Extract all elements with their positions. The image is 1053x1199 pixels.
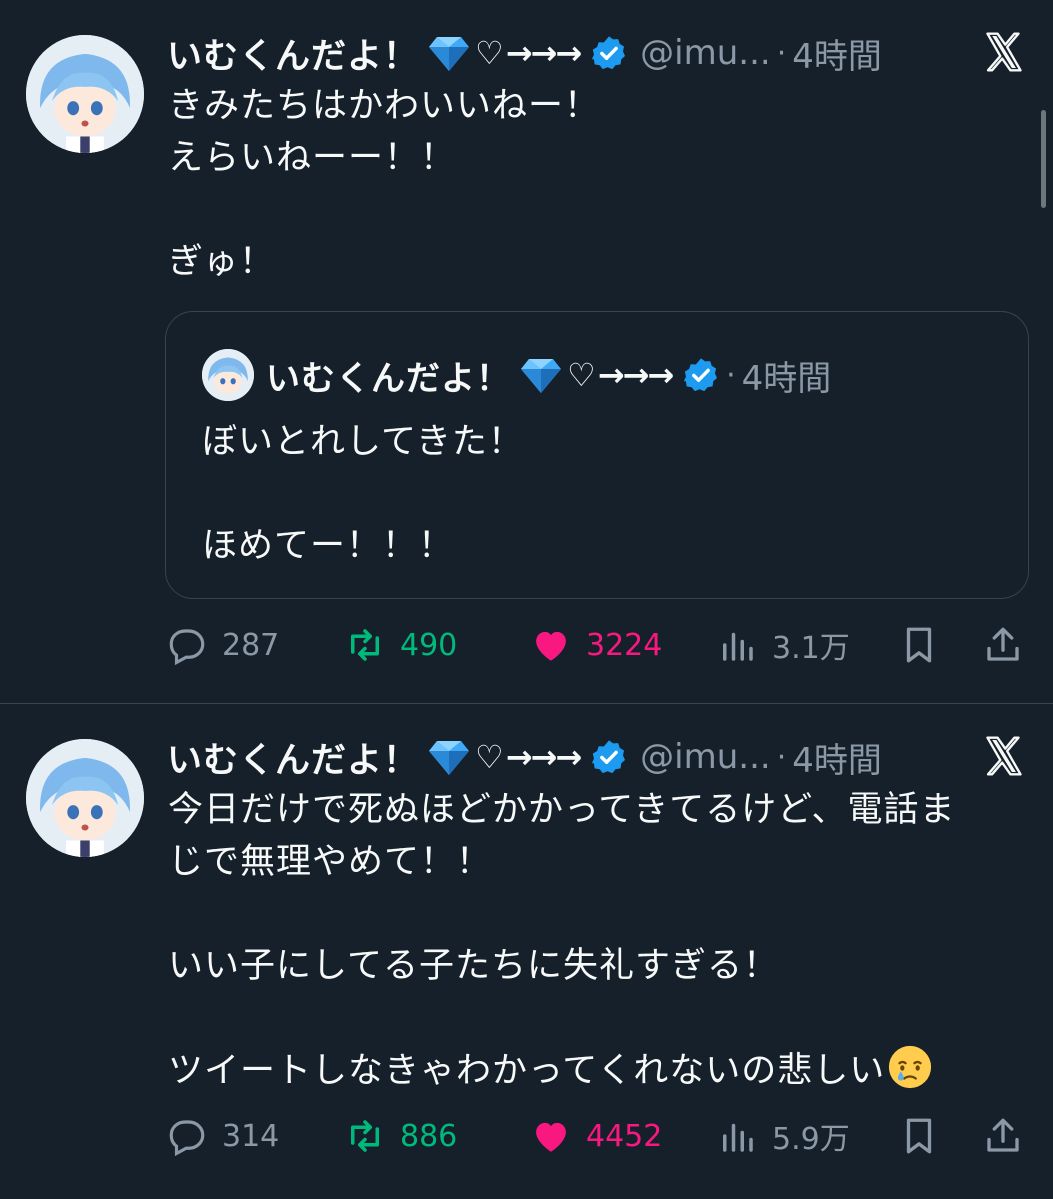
separator-dot: ·	[776, 739, 787, 775]
quoted-avatar	[202, 349, 254, 401]
avatar-image	[202, 349, 254, 401]
tweet-actions: 314 886 4452 5.9万	[166, 1111, 1026, 1161]
tweet-1[interactable]: いむくんだよ！ ♡ →→→ @imu... · 4時間 きみたちはかわいいねー！…	[0, 0, 1053, 703]
reply-icon	[169, 1120, 205, 1157]
arrows-decoration: →→→	[505, 34, 582, 72]
separator-dot: ·	[726, 357, 736, 393]
retweet-icon	[351, 1120, 379, 1152]
reply-button[interactable]: 287	[166, 624, 279, 666]
arrows-decoration: →→→	[597, 356, 674, 394]
reply-icon	[169, 629, 205, 666]
view-count: 5.9万	[772, 1122, 850, 1157]
share-button[interactable]	[982, 624, 1024, 666]
x-logo-icon	[986, 736, 1022, 776]
quoted-timestamp: 4時間	[741, 358, 832, 399]
x-logo-icon	[986, 32, 1022, 72]
reply-count: 314	[222, 1118, 280, 1154]
bookmark-button[interactable]	[898, 624, 940, 666]
scrollbar[interactable]	[1041, 110, 1046, 208]
retweet-icon	[351, 629, 379, 661]
tweet-actions: 287 490 3224 3.1万	[166, 620, 1026, 670]
tweet-line: 今日だけで死ぬほどかかってきてるけど、電話ま	[168, 790, 956, 830]
avatar-image	[26, 739, 144, 857]
heart-filled-icon	[536, 1122, 566, 1152]
retweet-count: 490	[400, 627, 458, 663]
gem-stone-icon	[429, 37, 470, 71]
reply-button[interactable]: 314	[166, 1115, 279, 1157]
avatar[interactable]	[26, 35, 144, 153]
tweet-header: いむくんだよ！ ♡ →→→ @imu... · 4時間	[167, 732, 1037, 782]
bookmark-button[interactable]	[898, 1115, 940, 1157]
name-decoration: ♡ →→→	[427, 33, 582, 73]
like-count: 4452	[586, 1118, 663, 1154]
heart-outline-icon: ♡	[567, 356, 596, 394]
separator-dot: ·	[776, 35, 787, 71]
handle[interactable]: @imu...	[640, 33, 771, 73]
tweet-line: じで無理やめて！！	[168, 842, 493, 882]
bookmark-icon	[906, 1118, 932, 1154]
display-name[interactable]: いむくんだよ！	[167, 28, 419, 79]
tweet-line: えらいねーー！！	[168, 138, 457, 178]
retweet-count: 886	[400, 1118, 458, 1154]
retweet-button[interactable]: 490	[344, 624, 457, 666]
share-icon	[987, 1118, 1019, 1152]
heart-outline-icon: ♡	[475, 738, 504, 776]
retweet-button[interactable]: 886	[344, 1115, 457, 1157]
tweet-line-with-emoji: ツイートしなきゃわかってくれないの悲しい	[168, 1044, 1018, 1097]
heart-outline-icon: ♡	[475, 34, 504, 72]
view-count: 3.1万	[772, 631, 850, 666]
quoted-tweet[interactable]: いむくんだよ！ ♡ →→→ · 4時間 ぼいとれしてきた！ ほめてー！！！	[165, 311, 1029, 599]
quoted-display-name: いむくんだよ！	[266, 358, 511, 399]
tweet-line: ぎゅ！	[168, 242, 275, 282]
tweet-header: いむくんだよ！ ♡ →→→ @imu... · 4時間	[167, 28, 1037, 78]
verified-badge-icon	[684, 358, 718, 392]
views-chart-icon	[723, 632, 753, 661]
like-button[interactable]: 3224	[530, 624, 662, 666]
avatar[interactable]	[26, 739, 144, 857]
share-button[interactable]	[982, 1115, 1024, 1157]
bookmark-icon	[906, 627, 932, 663]
views-button[interactable]: 3.1万	[716, 623, 850, 667]
share-icon	[987, 627, 1019, 661]
heart-filled-icon	[536, 631, 566, 661]
timestamp[interactable]: 4時間	[792, 733, 882, 782]
views-button[interactable]: 5.9万	[716, 1114, 850, 1158]
tweet-line: きみたちはかわいいねー！	[168, 86, 601, 126]
tweet-line: ほめてー！！！	[202, 526, 455, 566]
tweet-text: きみたちはかわいいねー！ えらいねーー！！ ぎゅ！	[168, 80, 1018, 288]
crying-face-emoji	[889, 1045, 932, 1089]
quoted-text: ぼいとれしてきた！ ほめてー！！！	[202, 416, 524, 572]
display-name[interactable]: いむくんだよ！	[167, 732, 419, 783]
like-button[interactable]: 4452	[530, 1115, 662, 1157]
verified-badge-icon	[592, 36, 626, 70]
tweet-line: ツイートしなきゃわかってくれないの悲しい	[168, 1051, 886, 1091]
name-decoration: ♡ →→→	[519, 355, 674, 395]
tweet-2[interactable]: いむくんだよ！ ♡ →→→ @imu... · 4時間 今日だけで死ぬほどかかっ…	[0, 704, 1053, 1199]
like-count: 3224	[586, 627, 663, 663]
arrows-decoration: →→→	[505, 738, 582, 776]
tweet-line: ぼいとれしてきた！	[202, 422, 524, 462]
reply-count: 287	[222, 627, 280, 663]
tweet-text: 今日だけで死ぬほどかかってきてるけど、電話ま じで無理やめて！！ いい子にしてる…	[168, 784, 1018, 1097]
tweet-line: いい子にしてる子たちに失礼すぎる！	[168, 946, 779, 986]
views-chart-icon	[723, 1123, 753, 1152]
timestamp[interactable]: 4時間	[792, 29, 882, 78]
name-decoration: ♡ →→→	[427, 737, 582, 777]
quoted-header: いむくんだよ！ ♡ →→→ · 4時間	[266, 350, 831, 400]
gem-stone-icon	[521, 359, 561, 393]
avatar-image	[26, 35, 144, 153]
verified-badge-icon	[592, 740, 626, 774]
gem-stone-icon	[429, 741, 470, 775]
handle[interactable]: @imu...	[640, 737, 771, 777]
